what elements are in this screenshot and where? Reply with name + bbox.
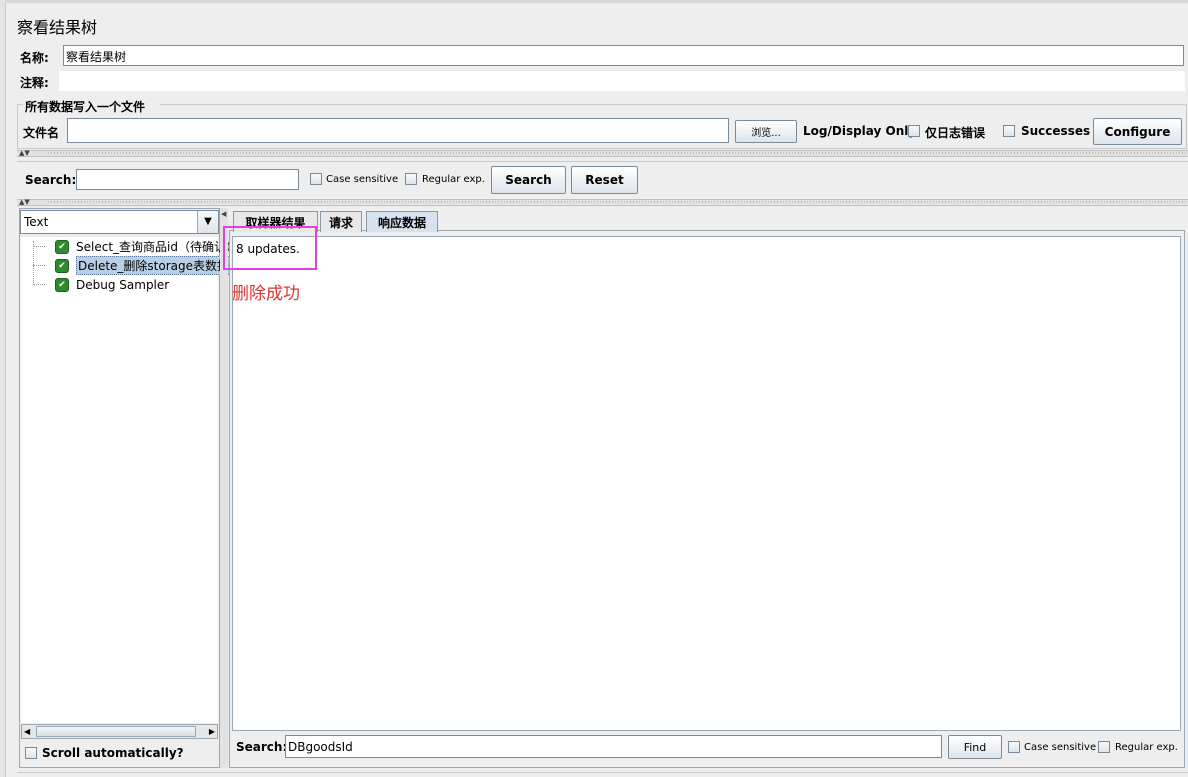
bottom-border (17, 772, 1188, 773)
split-divider-vertical[interactable]: ◀ (220, 208, 228, 768)
bottom-case-sensitive-label: Case sensitive (1024, 742, 1097, 753)
page-title: 察看结果树 (17, 18, 98, 37)
successes-label: Successes (1021, 124, 1091, 138)
regex-checkbox[interactable] (405, 173, 417, 185)
search-label: Search: (25, 173, 77, 187)
scrollbar-thumb[interactable] (36, 726, 196, 737)
scroll-automatically-label: Scroll automatically? (42, 746, 184, 760)
window-frame-left (0, 0, 6, 777)
name-label: 名称: (20, 51, 49, 65)
comment-label: 注释: (20, 76, 49, 90)
tree-item-label: Debug Sampler (76, 277, 170, 292)
renderer-selected-value: Text (24, 215, 49, 229)
tree-item[interactable]: ✔ Select_查询商品id（待确认） (21, 237, 238, 256)
bottom-search-label: Search: (236, 740, 288, 754)
bottom-regex-checkbox[interactable] (1098, 741, 1110, 753)
window-frame-top (5, 0, 1188, 3)
successes-checkbox[interactable] (1003, 125, 1015, 137)
bottom-search-input[interactable]: DBgoodsId (285, 735, 942, 758)
find-button[interactable]: Find (948, 735, 1002, 759)
tab-response-data[interactable]: 响应数据 (366, 211, 438, 232)
comment-input[interactable] (59, 71, 1185, 91)
log-display-label: Log/Display Only: (803, 124, 921, 138)
success-shield-icon: ✔ (55, 258, 69, 273)
search-button[interactable]: Search (491, 166, 566, 194)
annotation-highlight-box (223, 226, 317, 270)
case-sensitive-label: Case sensitive (326, 174, 399, 185)
collapse-arrows-icon[interactable]: ▲▼ (19, 150, 30, 157)
scroll-right-icon[interactable]: ▶ (209, 725, 215, 738)
scroll-automatically-checkbox[interactable] (25, 747, 37, 759)
tree-item-label: Delete_删除storage表数据（ (76, 256, 244, 275)
response-text-area[interactable] (232, 236, 1181, 731)
file-group-legend: 所有数据写入一个文件 (25, 100, 146, 114)
errors-only-label: 仅日志错误 (925, 126, 986, 140)
bottom-case-sensitive-checkbox[interactable] (1008, 741, 1020, 753)
results-tree: ✔ Select_查询商品id（待确认） ✔ Delete_删除storage表… (21, 237, 244, 723)
tree-item-label: Select_查询商品id（待确认） (76, 240, 238, 254)
name-input[interactable]: 察看结果树 (63, 45, 1184, 66)
chevron-down-icon[interactable]: ▼ (197, 211, 218, 233)
annotation-text: 删除成功 (232, 284, 300, 304)
tree-item[interactable]: ✔ Debug Sampler (21, 275, 169, 294)
success-shield-icon: ✔ (55, 239, 69, 254)
errors-only-checkbox[interactable] (908, 125, 920, 137)
browse-button[interactable]: 浏览... (735, 120, 797, 143)
success-shield-icon: ✔ (55, 277, 69, 292)
filename-input[interactable] (67, 118, 729, 143)
tree-item-selected[interactable]: ✔ Delete_删除storage表数据（ (21, 256, 244, 275)
tab-request[interactable]: 请求 (320, 211, 362, 232)
renderer-select[interactable]: Text ▼ (20, 210, 219, 234)
reset-button[interactable]: Reset (571, 166, 638, 194)
collapse-arrows-icon[interactable]: ▲▼ (19, 199, 30, 206)
case-sensitive-checkbox[interactable] (310, 173, 322, 185)
bottom-regex-label: Regular exp. (1115, 742, 1178, 753)
split-divider-middle[interactable]: ▲▼ (17, 199, 1188, 206)
search-input[interactable] (76, 169, 299, 190)
collapse-left-icon[interactable]: ◀ (221, 210, 226, 218)
split-divider-top[interactable]: ▲▼ (17, 150, 1188, 157)
tree-horizontal-scrollbar[interactable]: ◀ ▶ (21, 724, 218, 739)
filename-label: 文件名 (23, 126, 60, 140)
scroll-left-icon[interactable]: ◀ (24, 725, 30, 738)
regex-label: Regular exp. (422, 174, 485, 185)
configure-button[interactable]: Configure (1093, 118, 1182, 145)
